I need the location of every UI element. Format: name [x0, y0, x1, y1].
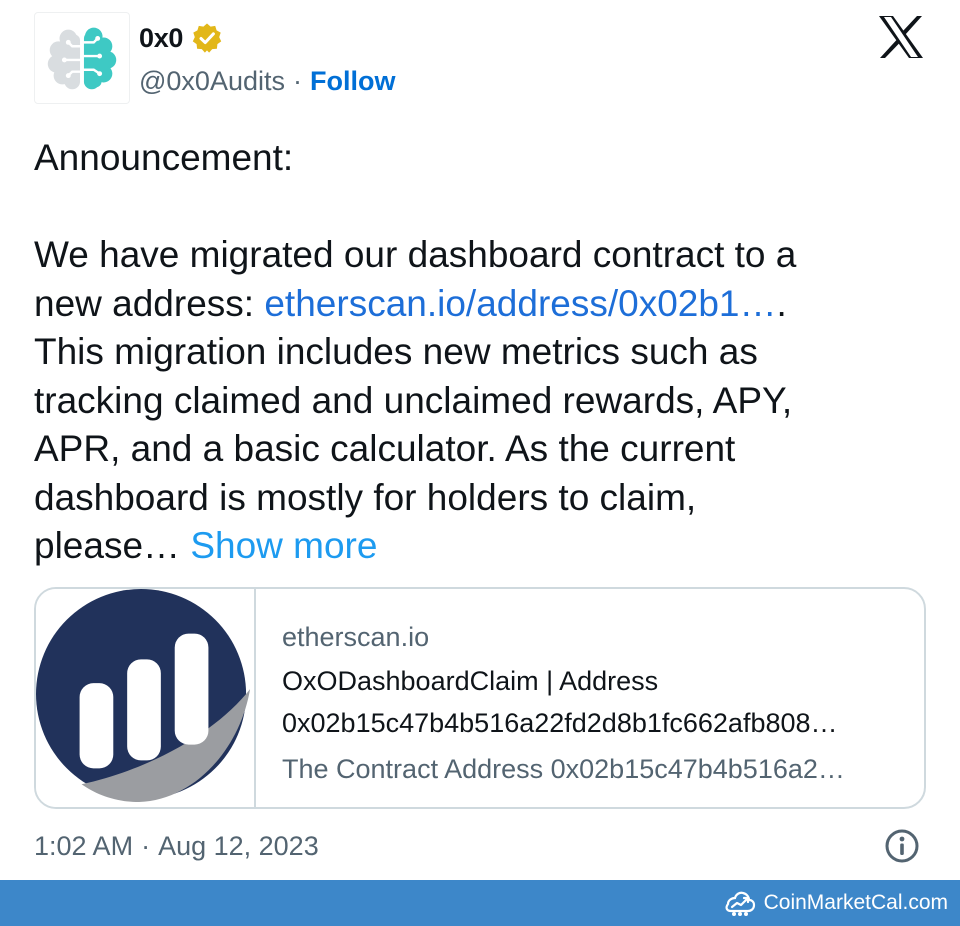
tweet-line: We have migrated our dashboard contract …	[34, 234, 797, 275]
card-domain: etherscan.io	[282, 622, 430, 652]
handle-row: @0x0Audits · Follow	[139, 62, 395, 100]
tweet-line: please… Show more	[34, 522, 934, 571]
tweet-line: Announcement:	[34, 137, 294, 178]
show-more-link[interactable]: Show more	[190, 525, 377, 566]
tweet-card: 0x0 @0x0Audits · Follow Announcement: We…	[0, 0, 960, 880]
author-avatar[interactable]	[34, 12, 130, 104]
brain-circuit-logo-icon	[47, 27, 117, 90]
coinmarketcal-label: CoinMarketCal.com	[763, 891, 948, 914]
timestamp-separator: ·	[141, 830, 151, 861]
verified-badge-icon[interactable]	[191, 22, 223, 54]
card-text: etherscan.io OxODashboardClaim | Address…	[282, 619, 912, 787]
tweet-text-segment: .	[776, 282, 787, 324]
tweet-line: APR, and a basic calculator. As the curr…	[34, 428, 736, 469]
x-logo-icon[interactable]	[876, 14, 926, 60]
display-name-row: 0x0	[139, 20, 223, 56]
handle-separator: ·	[292, 65, 302, 96]
display-name[interactable]: 0x0	[139, 23, 183, 54]
author-handle[interactable]: @0x0Audits	[139, 66, 285, 97]
watermark-footer: CoinMarketCal.com	[0, 880, 960, 926]
info-icon[interactable]	[884, 828, 920, 864]
tweet-date: Aug 12, 2023	[158, 830, 319, 861]
card-title: OxODashboardClaim | Address	[282, 666, 659, 696]
tweet-line: tracking claimed and unclaimed rewards, …	[34, 379, 793, 421]
link-preview-card[interactable]: etherscan.io OxODashboardClaim | Address…	[34, 587, 926, 809]
etherscan-logo-icon	[36, 589, 251, 803]
card-title: 0x02b15c47b4b516a22fd2d8b1fc662afb808…	[282, 708, 838, 738]
card-thumbnail	[36, 589, 256, 807]
tweet-text-segment: please…	[34, 525, 191, 566]
card-description: The Contract Address 0x02b15c47b4b516a2…	[282, 754, 845, 784]
timestamp[interactable]: 1:02 AM · Aug 12, 2023	[34, 826, 319, 866]
tweet-text: Announcement: We have migrated our dashb…	[34, 134, 934, 571]
tweet-line: new address: etherscan.io/address/0x02b1…	[34, 280, 934, 329]
tweet-text-segment: new address:	[34, 282, 265, 324]
tweet-time: 1:02 AM	[34, 830, 134, 861]
tweet-line: dashboard is mostly for holders to claim…	[34, 476, 697, 518]
etherscan-address-link[interactable]: etherscan.io/address/0x02b1…	[264, 283, 776, 324]
follow-button[interactable]: Follow	[310, 66, 395, 97]
tweet-line: This migration includes new metrics such…	[34, 331, 758, 372]
coinmarketcal-logo-icon	[725, 891, 755, 916]
coinmarketcal-brand[interactable]: CoinMarketCal.com	[722, 880, 948, 926]
